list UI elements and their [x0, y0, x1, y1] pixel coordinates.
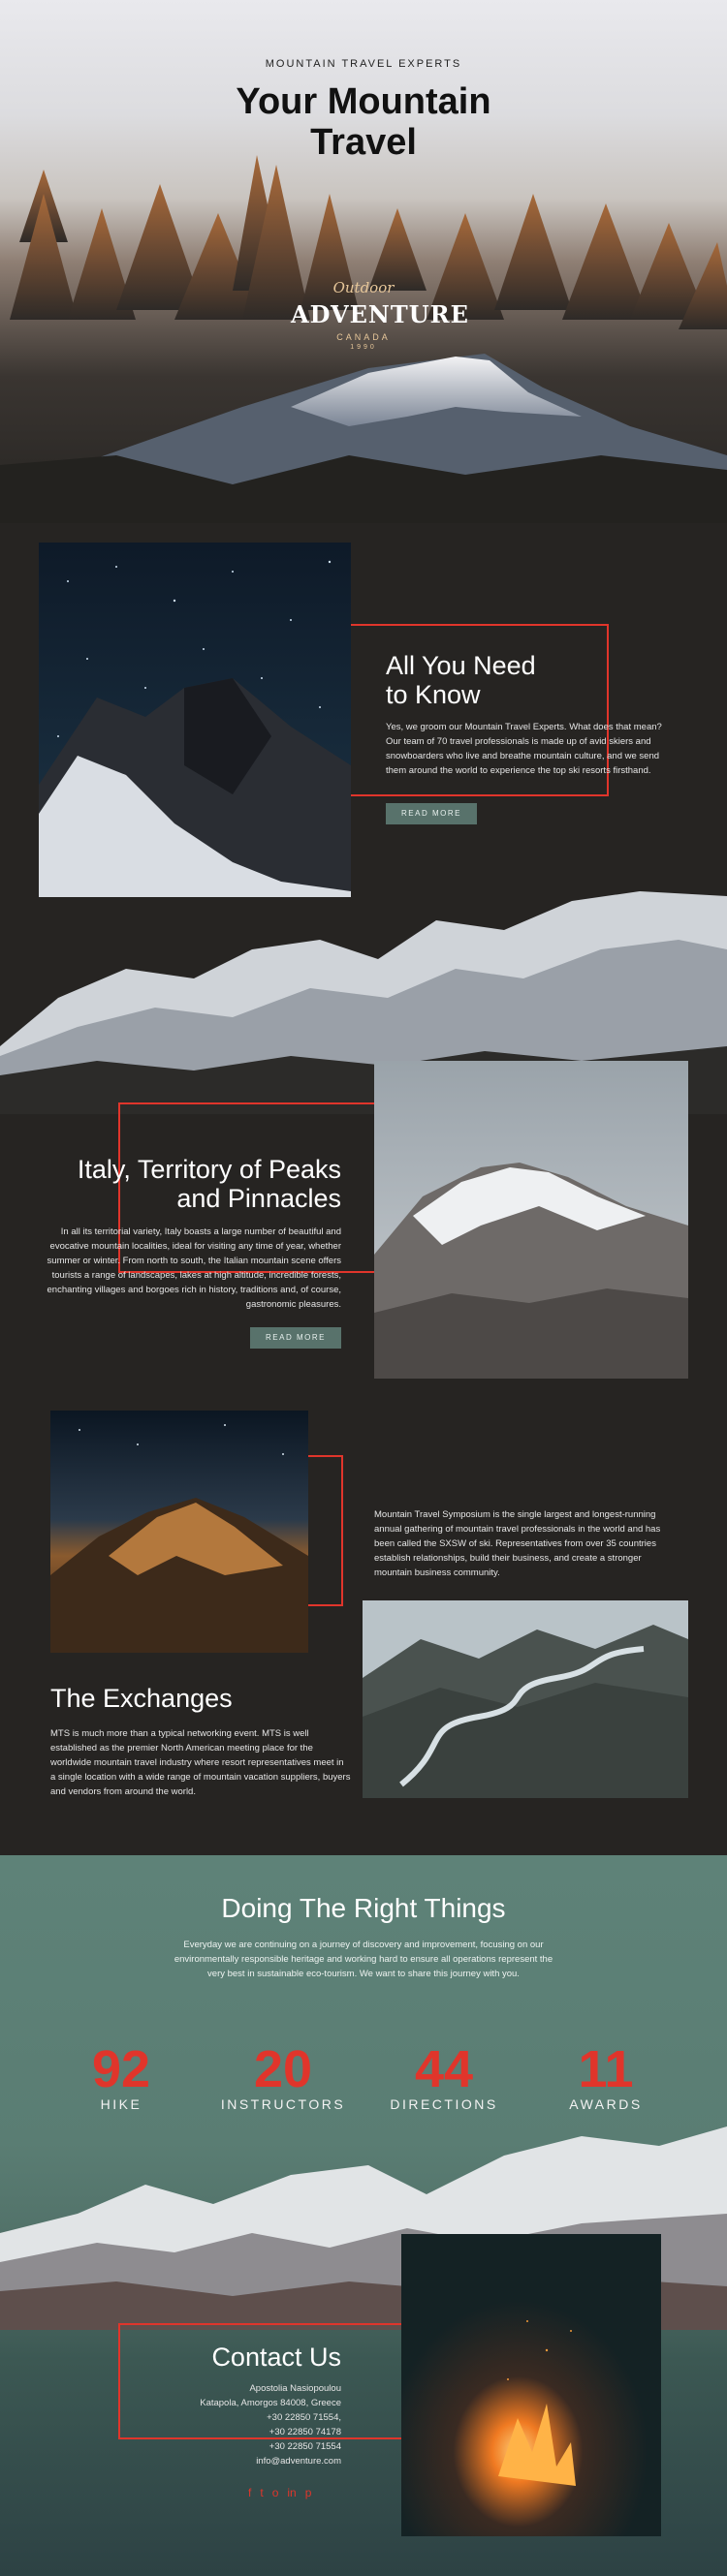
italy-mountain-image — [374, 1061, 688, 1379]
adventure-logo: Outdoor ADVENTURE CANADA 1990 — [291, 279, 469, 386]
know-title-line1: All You Need — [386, 651, 536, 680]
stat-instructors-label: INSTRUCTORS — [220, 2096, 346, 2112]
stat-awards-number: 11 — [578, 2040, 634, 2098]
hero-forest-mountain-image — [0, 155, 727, 523]
linkedin-icon[interactable]: in — [287, 2486, 296, 2499]
exchanges-red-frame — [308, 1455, 343, 1606]
contact-phone2[interactable]: +30 22850 74178 — [145, 2425, 341, 2439]
italy-mountain-photo — [374, 1061, 688, 1379]
logo-country-text: CANADA — [336, 332, 391, 342]
hero-section: MOUNTAIN TRAVEL EXPERTS Your Mountain Tr… — [0, 0, 727, 523]
logo-year-text: 1990 — [350, 344, 377, 351]
stat-hike-label: HIKE — [100, 2096, 142, 2112]
contact-title: Contact Us — [211, 2343, 341, 2372]
hero-title: Your Mountain Travel — [0, 81, 727, 163]
hero-title-line2: Travel — [310, 122, 417, 163]
page: MOUNTAIN TRAVEL EXPERTS Your Mountain Tr… — [0, 0, 727, 2576]
sunset-ridge-image — [50, 1411, 308, 1653]
logo-script-text: Outdoor — [332, 279, 395, 296]
stat-directions-number: 44 — [414, 2040, 474, 2098]
stat-directions: 44 DIRECTIONS — [366, 2042, 522, 2112]
know-title-line2: to Know — [386, 680, 481, 709]
pinterest-icon[interactable]: p — [305, 2486, 312, 2499]
stat-awards-label: AWARDS — [569, 2096, 643, 2112]
exchanges-title: The Exchanges — [50, 1684, 233, 1713]
contact-phone1[interactable]: +30 22850 71554, — [145, 2410, 341, 2425]
twitter-icon[interactable]: t — [260, 2486, 263, 2499]
facebook-icon[interactable]: f — [248, 2486, 251, 2499]
starry-mountain-photo — [39, 543, 351, 897]
hero-kicker: MOUNTAIN TRAVEL EXPERTS — [265, 58, 462, 70]
know-read-more-button[interactable]: READ MORE — [386, 803, 477, 824]
contact-phone3[interactable]: +30 22850 71554 — [145, 2439, 341, 2454]
logo-main-text: ADVENTURE — [291, 300, 469, 328]
river-valley-image — [363, 1600, 688, 1798]
instagram-icon[interactable]: o — [272, 2486, 279, 2499]
contact-email[interactable]: info@adventure.com — [145, 2454, 341, 2468]
social-links: f t o in p — [248, 2486, 345, 2499]
sunset-ridge-photo — [50, 1411, 308, 1653]
stat-hike: 92 HIKE — [44, 2042, 199, 2112]
hero-title-line1: Your Mountain — [236, 81, 491, 122]
stat-hike-number: 92 — [91, 2040, 151, 2098]
italy-read-more-button[interactable]: READ MORE — [250, 1327, 341, 1349]
exchanges-side-text: Mountain Travel Symposium is the single … — [374, 1509, 661, 1578]
italy-text: In all its territorial variety, Italy bo… — [47, 1226, 341, 1310]
know-title: All You Need to Know — [386, 651, 599, 709]
stat-awards: 11 AWARDS — [528, 2042, 683, 2112]
stat-directions-label: DIRECTIONS — [390, 2096, 498, 2112]
italy-title-line2: and Pinnacles — [176, 1184, 341, 1213]
right-things-text: Everyday we are continuing on a journey … — [174, 1940, 553, 1979]
contact-address: Katapola, Amorgos 84008, Greece — [200, 2398, 341, 2408]
contact-name: Apostolia Nasiopoulou — [249, 2383, 341, 2394]
exchanges-text: MTS is much more than a typical networki… — [50, 1728, 351, 1797]
contact-details: Apostolia Nasiopoulou Katapola, Amorgos … — [145, 2381, 341, 2468]
river-valley-photo — [363, 1600, 688, 1798]
starry-mountain-image — [39, 543, 351, 897]
campfire-photo — [401, 2234, 661, 2536]
know-text: Yes, we groom our Mountain Travel Expert… — [386, 722, 662, 776]
italy-title: Italy, Territory of Peaks and Pinnacles — [39, 1155, 341, 1213]
italy-title-line1: Italy, Territory of Peaks — [77, 1155, 341, 1184]
right-things-title: Doing The Right Things — [221, 1893, 506, 1923]
stat-instructors: 20 INSTRUCTORS — [205, 2042, 361, 2112]
campfire-image — [401, 2234, 661, 2536]
stat-instructors-number: 20 — [253, 2040, 313, 2098]
